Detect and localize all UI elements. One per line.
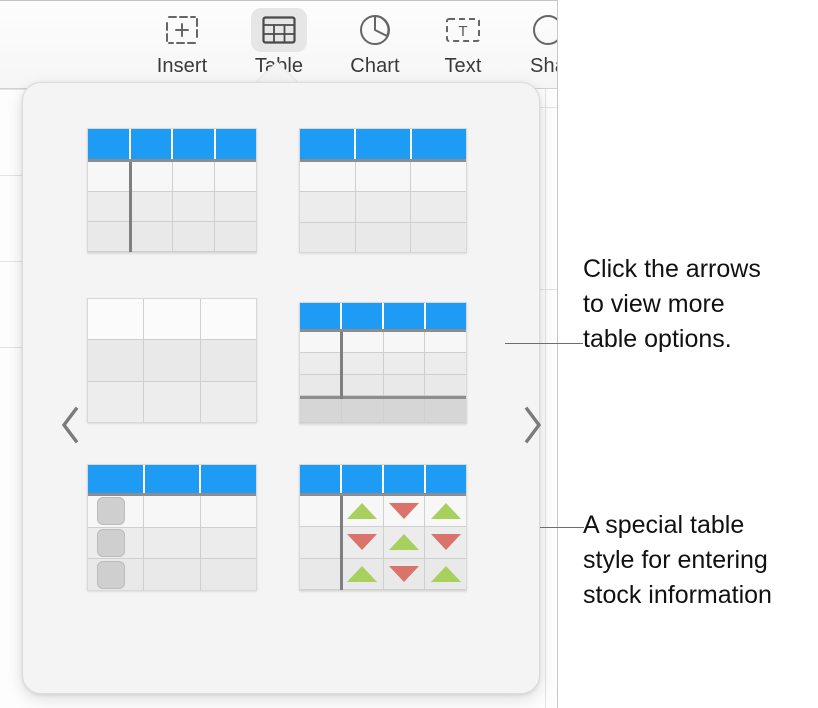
table-style-grid (23, 83, 539, 693)
text-box-icon: T (435, 8, 491, 52)
stock-arrow-down-icon (388, 565, 419, 582)
stock-arrow-down-icon (347, 534, 378, 551)
pie-chart-icon (347, 8, 403, 52)
insert-media-icon (154, 8, 210, 52)
svg-text:T: T (458, 23, 467, 40)
stock-arrow-up-icon (347, 565, 378, 582)
toolbar-label-chart: Chart (350, 55, 400, 77)
toolbar-button-insert[interactable]: Insert (134, 8, 230, 80)
table-grid-icon (251, 8, 307, 52)
toolbar-button-chart[interactable]: Chart (327, 8, 423, 80)
toolbar-label-text: Text (444, 55, 482, 77)
table-style-option-2[interactable] (299, 128, 467, 253)
toolbar-top-border (0, 0, 557, 1)
table-style-option-3[interactable] (87, 298, 257, 423)
checkbox-cell-indicator (97, 560, 125, 589)
table-style-popover (22, 82, 542, 694)
stock-arrow-down-icon (430, 534, 461, 551)
table-style-option-1[interactable] (87, 128, 257, 253)
table-style-option-4[interactable] (299, 302, 467, 424)
toolbar-label-shape: Sha (530, 55, 557, 77)
checkbox-cell-indicator (97, 497, 125, 526)
table-style-option-5[interactable] (87, 464, 257, 591)
toolbar-button-text[interactable]: T Text (415, 8, 511, 80)
callout-leader-line-arrows (505, 343, 583, 344)
stock-arrow-up-icon (430, 565, 461, 582)
callout-text-arrows: Click the arrows to view more table opti… (583, 255, 761, 353)
checkbox-cell-indicator (97, 529, 125, 557)
table-style-option-6-stock[interactable] (299, 464, 467, 591)
shape-icon (520, 8, 557, 52)
stock-arrow-up-icon (347, 503, 378, 520)
stock-arrow-up-icon (430, 503, 461, 520)
stock-arrow-up-icon (388, 534, 419, 551)
toolbar-button-shape[interactable]: Sha (500, 8, 557, 80)
toolbar-label-insert: Insert (156, 55, 208, 77)
screenshot-root: Insert Table Chart T Text Sh Click the a… (0, 0, 818, 708)
callout-text-stock: A special table style for entering stock… (583, 511, 772, 609)
app-window: Insert Table Chart T Text Sh (0, 0, 558, 708)
popover-pointer (255, 62, 299, 84)
callout-leader-line-stock (540, 527, 584, 528)
stock-arrow-down-icon (388, 503, 419, 520)
